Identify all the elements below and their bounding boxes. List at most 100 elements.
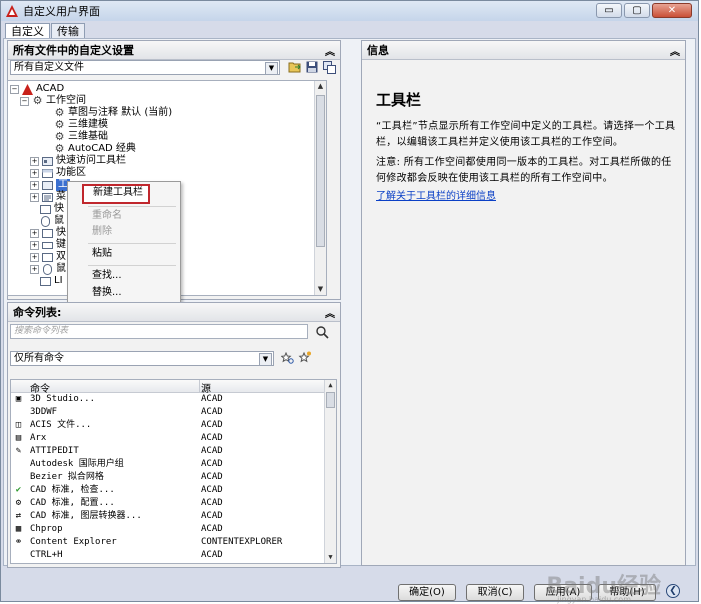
command-source: CONTENTEXPLORER: [201, 537, 283, 547]
tree-node-quick-access-toolbars[interactable]: + 快速访问工具栏: [30, 155, 126, 167]
learn-more-link[interactable]: 了解关于工具栏的详细信息: [376, 187, 496, 202]
menu-item-find[interactable]: 查找...: [68, 268, 180, 284]
table-row[interactable]: ▦ Chprop ACAD: [11, 523, 324, 536]
menu-item-replace[interactable]: 替换...: [68, 285, 180, 301]
table-row[interactable]: ⚭ Content Explorer CONTENTEXPLORER: [11, 536, 324, 549]
tree-node-workspaces[interactable]: − ⚙ 工作空间: [20, 95, 86, 107]
scroll-down-icon[interactable]: ▼: [315, 284, 326, 295]
customization-file-dropdown[interactable]: 所有自定义文件 ▼: [10, 60, 280, 75]
scroll-thumb[interactable]: [326, 392, 335, 408]
command-source: ACAD: [201, 485, 223, 495]
command-name: ACIS 文件...: [30, 420, 92, 430]
command-table-scrollbar[interactable]: ▲ ▼: [324, 380, 336, 563]
table-row[interactable]: ⚙ CAD 标准, 配置... ACAD: [11, 497, 324, 510]
search-icon[interactable]: [315, 325, 329, 339]
tab-transfer[interactable]: 传输: [51, 23, 85, 39]
scroll-down-icon[interactable]: ▼: [325, 552, 336, 563]
collapse-chevron-icon[interactable]: ︽: [670, 43, 680, 58]
collapse-chevron-icon[interactable]: ︽: [325, 305, 335, 320]
tree-label: 三维建模: [68, 119, 108, 130]
collapse-icon[interactable]: −: [20, 96, 29, 106]
minimize-button[interactable]: ▭: [596, 3, 622, 18]
table-header: 命令 源: [11, 380, 324, 395]
expand-icon[interactable]: +: [30, 192, 39, 202]
open-file-icon[interactable]: [288, 60, 302, 74]
tree-node-double-click[interactable]: + 双: [30, 251, 66, 263]
blank-icon: [13, 550, 24, 561]
command-name: 3DDWF: [30, 407, 58, 417]
acis-icon: ◫: [15, 420, 22, 430]
table-row[interactable]: ⇄ CAD 标准, 图层转换器... ACAD: [11, 510, 324, 523]
table-row[interactable]: 3DDWF ACAD: [11, 406, 324, 419]
title-bar: 自定义用户界面 ▭ ▢ ✕: [1, 1, 698, 21]
command-name: Chprop: [30, 524, 63, 534]
find-command-icon[interactable]: [281, 351, 295, 365]
tree-node-quick-properties[interactable]: 快: [40, 203, 64, 215]
collapse-icon[interactable]: −: [10, 84, 19, 94]
info-note: 注意: 所有工作空间都使用同一版本的工具栏。对工具栏所做的任何修改都会反映在使用…: [376, 157, 672, 184]
tree-label: 快: [54, 203, 64, 214]
close-button[interactable]: ✕: [652, 3, 692, 18]
expand-icon[interactable]: +: [30, 156, 39, 166]
tree-label: 鼠: [56, 263, 66, 274]
collapse-chevron-icon[interactable]: ︽: [325, 43, 335, 58]
command-search-input[interactable]: 搜索命令列表: [10, 324, 308, 339]
autocad-icon: [22, 83, 33, 95]
tree-node-menus[interactable]: + 菜: [30, 191, 66, 203]
expand-icon[interactable]: +: [30, 180, 39, 190]
table-row[interactable]: ✎ ATTIPEDIT ACAD: [11, 445, 324, 458]
command-table[interactable]: 命令 源 ▣ 3D Studio... ACAD 3DDWF ACAD ◫ ACIS 文件.…: [10, 379, 337, 564]
tree-node-lisp-files[interactable]: LI: [40, 275, 63, 287]
tree-node-workspace-classic[interactable]: ⚙ AutoCAD 经典: [54, 143, 136, 155]
save-icon[interactable]: [305, 60, 319, 74]
gear-icon: ⚙: [54, 142, 65, 155]
tree-label: 工作空间: [46, 95, 86, 106]
table-row[interactable]: ▤ Arx ACAD: [11, 432, 324, 445]
maximize-button[interactable]: ▢: [624, 3, 650, 18]
tree-label: 键: [56, 239, 66, 250]
tree-label: 快: [56, 227, 66, 238]
tree-label: LI: [54, 275, 63, 286]
expand-icon[interactable]: +: [30, 228, 39, 238]
ok-button[interactable]: 确定(O): [398, 584, 456, 601]
cancel-button[interactable]: 取消(C): [466, 584, 524, 601]
tree-node-toolbars[interactable]: + 工: [30, 179, 70, 191]
expand-icon[interactable]: +: [30, 168, 39, 178]
tree-node-mouse-buttons[interactable]: + 鼠: [30, 263, 66, 275]
new-command-icon[interactable]: [298, 350, 312, 364]
menu-item-paste[interactable]: 粘贴: [68, 246, 180, 262]
tree-node-shortcut-menus[interactable]: + 快: [30, 227, 66, 239]
command-source: ACAD: [201, 394, 223, 404]
chevron-down-icon: ▼: [265, 62, 278, 75]
tree-node-rollover[interactable]: 鼠: [40, 215, 64, 227]
expand-icon[interactable]: +: [30, 240, 39, 250]
menu-separator: [88, 206, 176, 207]
table-row[interactable]: Bezier 拟合网格 ACAD: [11, 471, 324, 484]
gear-icon: ⚙: [32, 94, 43, 107]
shortcut-icon: [42, 228, 53, 239]
tree-scrollbar[interactable]: ▲ ▼: [314, 81, 326, 295]
tree-node-ribbon[interactable]: + 功能区: [30, 167, 86, 179]
expand-dialog-icon[interactable]: ❮: [666, 584, 680, 598]
menu-item-rename[interactable]: 重命名: [68, 208, 180, 224]
table-row[interactable]: CTRL+H ACAD: [11, 549, 324, 562]
table-row[interactable]: ▣ 3D Studio... ACAD: [11, 393, 324, 406]
partial-customization-icon[interactable]: [322, 60, 336, 74]
table-row[interactable]: ✔ CAD 标准, 检查... ACAD: [11, 484, 324, 497]
table-row[interactable]: ◫ ACIS 文件... ACAD: [11, 419, 324, 432]
menu-item-delete[interactable]: 删除: [68, 224, 180, 240]
command-source: ACAD: [201, 511, 223, 521]
info-description: “工具栏”节点显示所有工作空间中定义的工具栏。请选择一个工具栏，以编辑该工具栏并…: [376, 121, 676, 148]
tree-node-keyboard-shortcuts[interactable]: + 键: [30, 239, 66, 251]
expand-icon[interactable]: +: [30, 252, 39, 262]
expand-icon[interactable]: +: [30, 264, 39, 274]
tree-node-workspace-drafting[interactable]: ⚙ 草图与注释 默认 (当前): [54, 107, 173, 119]
table-row[interactable]: Autodesk 国际用户组 ACAD: [11, 458, 324, 471]
menu-item-new-toolbar[interactable]: 新建工具栏: [82, 184, 150, 204]
command-source: ACAD: [201, 420, 223, 430]
scroll-up-icon[interactable]: ▲: [325, 380, 336, 391]
command-source: ACAD: [201, 433, 223, 443]
scroll-up-icon[interactable]: ▲: [315, 81, 326, 92]
command-filter-dropdown[interactable]: 仅所有命令 ▼: [10, 351, 274, 366]
scroll-thumb[interactable]: [316, 95, 325, 247]
